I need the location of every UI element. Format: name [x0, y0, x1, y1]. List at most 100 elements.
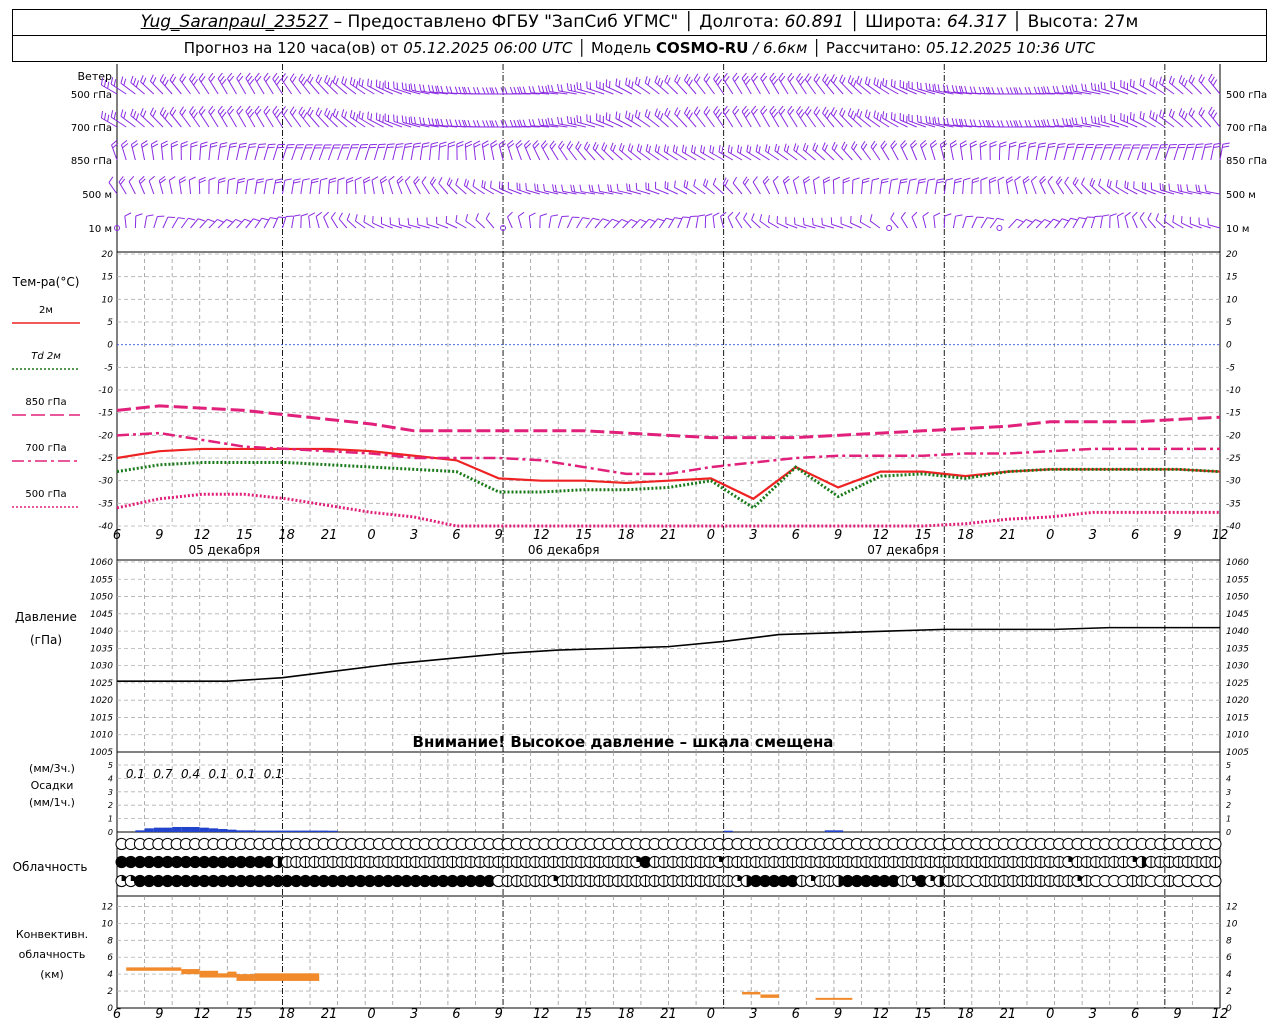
- wind-barb-staff: [354, 179, 357, 195]
- wind-barb: [410, 142, 421, 161]
- wind-barb-feather: [1044, 218, 1052, 223]
- precip-bar: [264, 830, 274, 832]
- wind-barb-feather: [1047, 176, 1053, 182]
- x-tick-label: 12: [194, 1007, 211, 1022]
- wind-barb-feather: [475, 213, 479, 221]
- wind-barb: [438, 177, 449, 195]
- wind-barb-feather: [124, 212, 132, 217]
- wind-barb-feather: [577, 143, 582, 151]
- wind-barb-staff: [507, 216, 513, 229]
- wind-barb-feather: [960, 143, 968, 148]
- wind-barb-feather: [1094, 83, 1097, 91]
- wind-barb: [346, 213, 357, 229]
- wind-barb-feather: [561, 184, 564, 192]
- temp-tick-label: -40: [98, 522, 113, 532]
- wind-barb-staff: [419, 144, 424, 161]
- wind-barb-feather: [693, 179, 696, 187]
- wind-barb-feather: [387, 143, 395, 146]
- wind-barb-staff: [421, 181, 430, 195]
- wind-barb-feather: [1184, 80, 1188, 87]
- wind-barb-feather: [346, 176, 354, 181]
- wind-barb-feather: [1090, 115, 1093, 123]
- wind-barb-feather: [363, 179, 371, 184]
- wind-barb-feather: [1124, 180, 1127, 188]
- convective-tick-label: 8: [107, 936, 113, 946]
- wind-barb-feather: [111, 140, 118, 146]
- wind-barb-feather: [463, 178, 467, 186]
- wind-barb: [226, 72, 237, 95]
- wind-barb-feather: [543, 183, 546, 191]
- wind-barb-feather: [329, 177, 337, 181]
- wind-barb: [841, 141, 853, 161]
- wind-barb-staff: [900, 145, 908, 161]
- wind-barb-feather: [1094, 116, 1097, 124]
- wind-barb-feather: [207, 218, 215, 223]
- wind-barb-staff: [566, 216, 573, 229]
- x-tick-label: 3: [1089, 528, 1097, 543]
- temp-legend-label: 700 гПа: [25, 443, 66, 454]
- wind-barb-feather: [789, 108, 795, 116]
- wind-barb-feather: [958, 85, 962, 93]
- wind-barb: [327, 177, 337, 195]
- wind-barb-feather: [1186, 184, 1189, 192]
- wind-barb-staff: [327, 179, 330, 195]
- wind-barb-feather: [812, 142, 816, 150]
- wind-barb-feather: [830, 107, 835, 114]
- cloud-symbol: [1209, 837, 1222, 851]
- wind-barb-feather: [230, 142, 238, 145]
- wind-barb-staff: [162, 216, 169, 229]
- wind-barb: [404, 175, 412, 195]
- wind-barb-feather: [371, 176, 379, 181]
- wind-barb: [179, 106, 191, 128]
- pressure-tick-label: 1045: [90, 610, 113, 620]
- wind-barb: [1198, 217, 1211, 229]
- wind-barb-staff: [735, 217, 743, 229]
- wind-barb-feather: [973, 119, 977, 127]
- wind-barb: [1055, 176, 1065, 195]
- wind-barb-feather: [1037, 119, 1041, 127]
- wind-barb: [389, 217, 403, 229]
- wind-barb: [900, 211, 908, 229]
- wind-barb-feather: [253, 218, 261, 222]
- wind-barb-feather: [657, 77, 661, 85]
- cloud-ylabel: Облачность: [13, 860, 88, 874]
- wind-barb: [289, 73, 302, 95]
- wind-barb-feather: [1186, 146, 1194, 149]
- wind-barb: [507, 211, 513, 229]
- wind-barb: [821, 217, 835, 229]
- wind-barb-feather: [130, 108, 134, 116]
- wind-barb-feather: [301, 213, 309, 217]
- wind-barb-feather: [395, 146, 403, 149]
- wind-barb-staff: [787, 111, 798, 128]
- wind-barb-staff: [540, 145, 550, 161]
- temp-tick-label: -35: [98, 499, 113, 509]
- wind-barb-staff: [236, 144, 241, 161]
- wind-barb-feather: [352, 78, 356, 87]
- wind-barb-feather: [1208, 73, 1213, 81]
- wind-barb-feather: [445, 119, 449, 127]
- wind-barb-feather: [610, 142, 614, 150]
- wind-barb-staff: [315, 216, 320, 229]
- wind-barb: [134, 213, 143, 229]
- wind-barb-feather: [876, 112, 879, 120]
- wind-barb: [654, 144, 669, 161]
- wind-barb-staff: [404, 181, 412, 195]
- wind-barb: [906, 178, 917, 195]
- wind-barb: [939, 140, 948, 161]
- wind-barb: [601, 142, 614, 161]
- wind-barb-feather: [826, 79, 832, 86]
- wind-barb-staff: [364, 144, 371, 161]
- wind-barb-feather: [1139, 111, 1142, 119]
- wind-barb: [1118, 144, 1132, 161]
- wind-barb: [980, 217, 995, 229]
- wind-barb-staff: [272, 180, 277, 195]
- wind-barb-feather: [318, 110, 323, 117]
- wind-barb-feather: [532, 86, 536, 94]
- wind-barb-feather: [979, 140, 987, 145]
- wind-barb: [1035, 142, 1047, 161]
- wind-barb-feather: [218, 180, 226, 184]
- wind-barb-staff: [860, 146, 872, 161]
- precip-bar: [245, 830, 255, 832]
- wind-barb-feather: [683, 73, 689, 81]
- wind-barb-feather: [329, 79, 333, 87]
